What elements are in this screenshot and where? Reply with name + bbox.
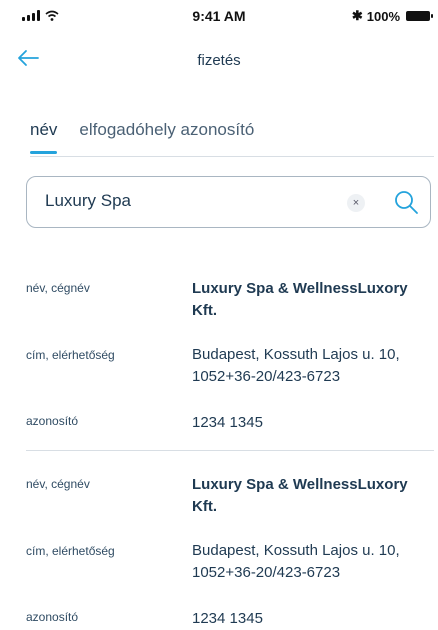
id-label: azonosító (26, 610, 79, 624)
status-bar: 9:41 AM ✱ 100% (0, 0, 438, 36)
name-value: Luxury Spa & WellnessLuxory Kft. (192, 280, 408, 319)
address-label: cím, elérhetőség (26, 348, 115, 362)
id-label: azonosító (26, 414, 79, 428)
address-label: cím, elérhetőség (26, 544, 115, 558)
id-value: 1234 1345 (192, 610, 263, 627)
tab-name[interactable]: név (30, 120, 58, 154)
status-right: ✱ 100% (351, 8, 433, 24)
battery-icon (406, 11, 433, 21)
id-value: 1234 1345 (192, 414, 263, 431)
divider (26, 450, 434, 451)
name-value: Luxury Spa & WellnessLuxory Kft. (192, 476, 408, 515)
address-value: Budapest, Kossuth Lajos u. 10, 1052+36-2… (192, 542, 400, 581)
search-input[interactable] (45, 191, 345, 211)
name-label: név, cégnév (26, 477, 90, 491)
tab-merchant-id[interactable]: elfogadóhely azonosító (79, 120, 254, 154)
bluetooth-icon: ✱ (351, 8, 363, 23)
clear-icon[interactable]: × (347, 194, 365, 212)
battery-percent: 100% (366, 8, 400, 24)
tab-bar: név elfogadóhely azonosító (30, 120, 254, 154)
page-title: fizetés (197, 52, 241, 69)
top-nav: fizetés (0, 40, 438, 80)
name-label: név, cégnév (26, 281, 90, 295)
search-box: × (26, 176, 431, 228)
tab-divider (30, 156, 434, 157)
search-icon[interactable] (393, 189, 419, 215)
address-value: Budapest, Kossuth Lajos u. 10, 1052+36-2… (192, 346, 400, 385)
